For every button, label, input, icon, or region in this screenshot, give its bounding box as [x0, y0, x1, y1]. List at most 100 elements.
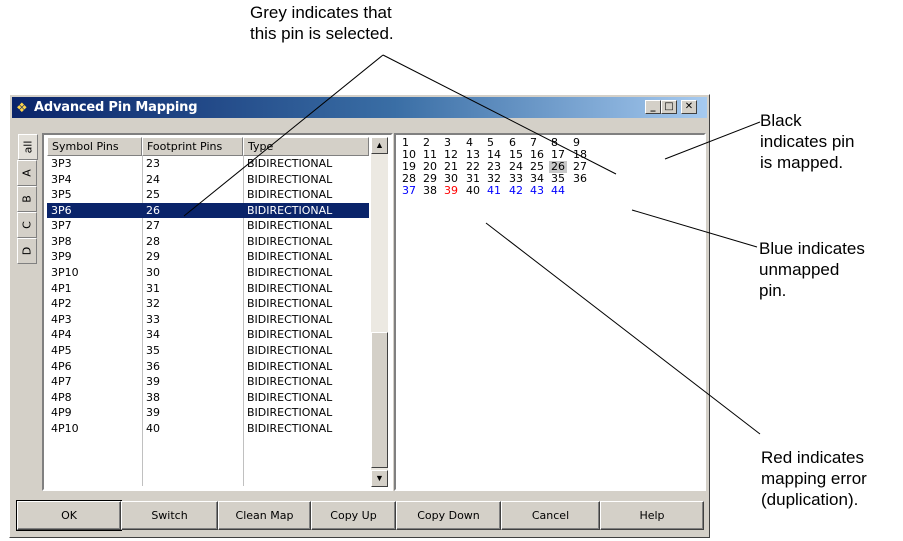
footprint-pin-cell: 34 — [146, 328, 160, 342]
pin-mapped[interactable]: 38 — [423, 185, 437, 197]
annotation-line: is mapped. — [760, 153, 844, 172]
annotation-line: mapping error — [761, 469, 867, 488]
table-row[interactable]: 4P9 39 BIDIRECTIONAL — [47, 405, 369, 421]
switch-button[interactable]: Switch — [121, 501, 218, 530]
footprint-pin-cell: 38 — [146, 390, 160, 404]
table-row[interactable]: 4P1 31 BIDIRECTIONAL — [47, 281, 369, 297]
pin-unmapped[interactable]: 42 — [509, 185, 523, 197]
footprint-pin-cell: 33 — [146, 312, 160, 326]
pin-unmapped[interactable]: 41 — [487, 185, 501, 197]
footprint-pin-cell: 32 — [146, 297, 160, 311]
table-row[interactable]: 4P4 34 BIDIRECTIONAL — [47, 327, 369, 343]
table-row[interactable]: 4P6 36 BIDIRECTIONAL — [47, 359, 369, 375]
tab-c[interactable]: C — [17, 212, 37, 238]
title-bar[interactable]: ❖ Advanced Pin Mapping _ □ ✕ — [12, 97, 707, 118]
table-row[interactable]: 4P3 33 BIDIRECTIONAL — [47, 312, 369, 328]
scroll-up-button[interactable]: ▲ — [371, 137, 388, 154]
column-header-footprint-pins[interactable]: Footprint Pins — [142, 137, 243, 156]
type-cell: BIDIRECTIONAL — [247, 266, 333, 280]
table-row[interactable]: 3P3 23 BIDIRECTIONAL — [47, 156, 369, 172]
column-header-type[interactable]: Type — [243, 137, 369, 156]
table-row[interactable] — [47, 452, 369, 468]
footprint-pin-cell: 36 — [146, 359, 160, 373]
symbol-pin-cell: 4P7 — [51, 375, 72, 389]
table-row[interactable]: 4P10 40 BIDIRECTIONAL — [47, 421, 369, 437]
annotation-line: Grey indicates that — [250, 3, 392, 22]
annotation-black-mapped: Black indicates pin is mapped. — [760, 110, 900, 173]
type-cell: BIDIRECTIONAL — [247, 281, 333, 295]
table-row[interactable]: 3P9 29 BIDIRECTIONAL — [47, 249, 369, 265]
table-scrollbar[interactable]: ▲ ▼ — [371, 137, 388, 487]
pin-unmapped[interactable]: 43 — [530, 185, 544, 197]
footprint-pin-cell: 26 — [146, 203, 160, 217]
minimize-button[interactable]: _ — [645, 100, 661, 114]
tab-all[interactable]: all — [18, 134, 38, 160]
help-button[interactable]: Help — [600, 501, 704, 530]
table-row[interactable]: 3P4 24 BIDIRECTIONAL — [47, 172, 369, 188]
pin-table: Symbol Pins Footprint Pins Type 3P3 23 BID… — [42, 133, 393, 491]
symbol-pin-cell: 4P5 — [51, 343, 72, 357]
table-row[interactable]: 4P2 32 BIDIRECTIONAL — [47, 296, 369, 312]
type-cell: BIDIRECTIONAL — [247, 312, 333, 326]
table-row[interactable]: 3P10 30 BIDIRECTIONAL — [47, 265, 369, 281]
pin-error[interactable]: 39 — [444, 185, 458, 197]
copy-down-button[interactable]: Copy Down — [396, 501, 501, 530]
pin-mapped[interactable]: 36 — [573, 173, 587, 185]
annotation-red-error: Red indicates mapping error (duplication… — [761, 447, 903, 510]
tab-b[interactable]: B — [17, 186, 37, 212]
footprint-pin-cell: 27 — [146, 219, 160, 233]
table-row[interactable]: 3P7 27 BIDIRECTIONAL — [47, 218, 369, 234]
scroll-thumb[interactable] — [371, 332, 388, 468]
type-cell: BIDIRECTIONAL — [247, 421, 333, 435]
footprint-pin-cell: 24 — [146, 172, 160, 186]
close-button[interactable]: ✕ — [681, 100, 697, 114]
annotation-line: indicates pin — [760, 132, 855, 151]
scroll-down-button[interactable]: ▼ — [371, 470, 388, 487]
copy-up-button[interactable]: Copy Up — [311, 501, 396, 530]
type-cell: BIDIRECTIONAL — [247, 406, 333, 420]
type-cell: BIDIRECTIONAL — [247, 359, 333, 373]
maximize-button[interactable]: □ — [661, 100, 677, 114]
table-row[interactable]: 4P5 35 BIDIRECTIONAL — [47, 343, 369, 359]
type-cell: BIDIRECTIONAL — [247, 157, 333, 170]
annotation-line: Black — [760, 111, 802, 130]
column-header-symbol-pins[interactable]: Symbol Pins — [47, 137, 142, 156]
type-cell: BIDIRECTIONAL — [247, 375, 333, 389]
type-cell: BIDIRECTIONAL — [247, 343, 333, 357]
symbol-pin-cell: 4P4 — [51, 328, 72, 342]
pin-unmapped[interactable]: 37 — [402, 185, 416, 197]
window-title: Advanced Pin Mapping — [34, 100, 198, 115]
type-cell: BIDIRECTIONAL — [247, 234, 333, 248]
type-cell: BIDIRECTIONAL — [247, 203, 333, 217]
tab-a[interactable]: A — [17, 160, 37, 186]
table-rows: 3P3 23 BIDIRECTIONAL 3P4 24 BIDIRECTIONAL 3P5 2… — [47, 156, 369, 468]
tab-d[interactable]: D — [17, 238, 37, 264]
ok-button[interactable]: OK — [16, 500, 122, 531]
annotation-line: unmapped — [759, 260, 840, 279]
footprint-pin-cell: 25 — [146, 188, 160, 202]
type-cell: BIDIRECTIONAL — [247, 328, 333, 342]
symbol-pin-cell: 4P9 — [51, 406, 72, 420]
pin-mapped[interactable]: 40 — [466, 185, 480, 197]
annotation-blue-unmapped: Blue indicates unmapped pin. — [759, 238, 902, 301]
table-row[interactable]: 4P8 38 BIDIRECTIONAL — [47, 390, 369, 406]
footprint-pin-cell: 39 — [146, 375, 160, 389]
footprint-pin-cell: 35 — [146, 343, 160, 357]
symbol-pin-cell: 4P8 — [51, 390, 72, 404]
annotation-line: pin. — [759, 281, 787, 300]
footprint-pin-cell: 30 — [146, 266, 160, 280]
table-row[interactable]: 4P7 39 BIDIRECTIONAL — [47, 374, 369, 390]
pin-unmapped[interactable]: 44 — [551, 185, 565, 197]
table-row[interactable] — [47, 436, 369, 452]
symbol-pin-cell: 4P1 — [51, 281, 72, 295]
annotation-grey-selected: Grey indicates that this pin is selected… — [250, 2, 440, 44]
clean-map-button[interactable]: Clean Map — [218, 501, 311, 530]
table-row[interactable]: 3P8 28 BIDIRECTIONAL — [47, 234, 369, 250]
pin-table-body: Symbol Pins Footprint Pins Type 3P3 23 BID… — [47, 137, 369, 487]
type-cell: BIDIRECTIONAL — [247, 250, 333, 264]
type-cell: BIDIRECTIONAL — [247, 297, 333, 311]
table-row[interactable]: 3P6 26 BIDIRECTIONAL — [47, 202, 369, 219]
cancel-button[interactable]: Cancel — [501, 501, 600, 530]
footprint-pin-cell: 39 — [146, 406, 160, 420]
table-row[interactable]: 3P5 25 BIDIRECTIONAL — [47, 187, 369, 203]
